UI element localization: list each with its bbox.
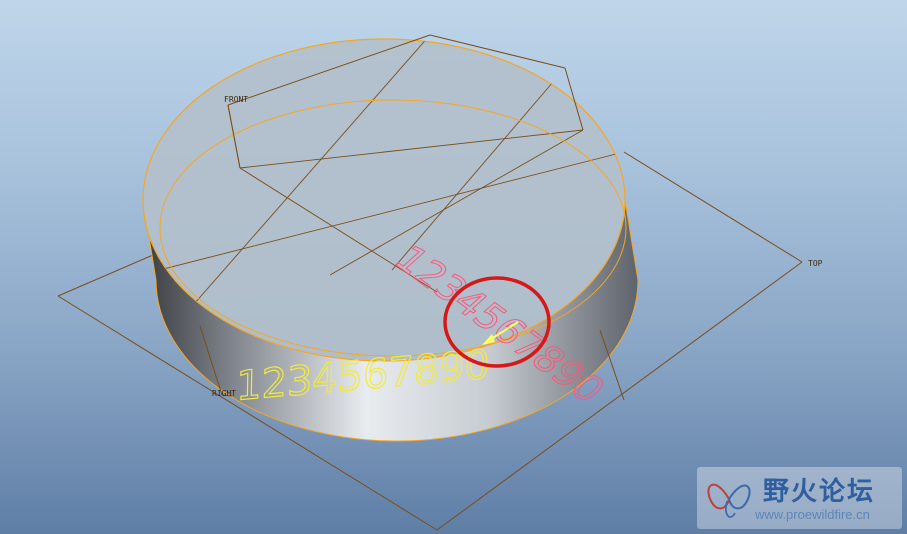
model-scene[interactable]: FRONT TOP RIGHT 1234567890 1234567890 bbox=[0, 0, 907, 534]
butterfly-logo-icon bbox=[707, 483, 751, 518]
graphics-viewport[interactable]: FRONT TOP RIGHT 1234567890 1234567890 野火… bbox=[0, 0, 907, 534]
right-plane-label[interactable]: RIGHT bbox=[212, 389, 236, 398]
watermark-url: www.proewildfire.cn bbox=[755, 507, 870, 522]
watermark: 野火论坛 www.proewildfire.cn bbox=[697, 467, 902, 529]
watermark-title: 野火论坛 bbox=[763, 477, 876, 507]
top-plane-label[interactable]: TOP bbox=[808, 259, 823, 268]
front-plane-label[interactable]: FRONT bbox=[224, 95, 248, 104]
